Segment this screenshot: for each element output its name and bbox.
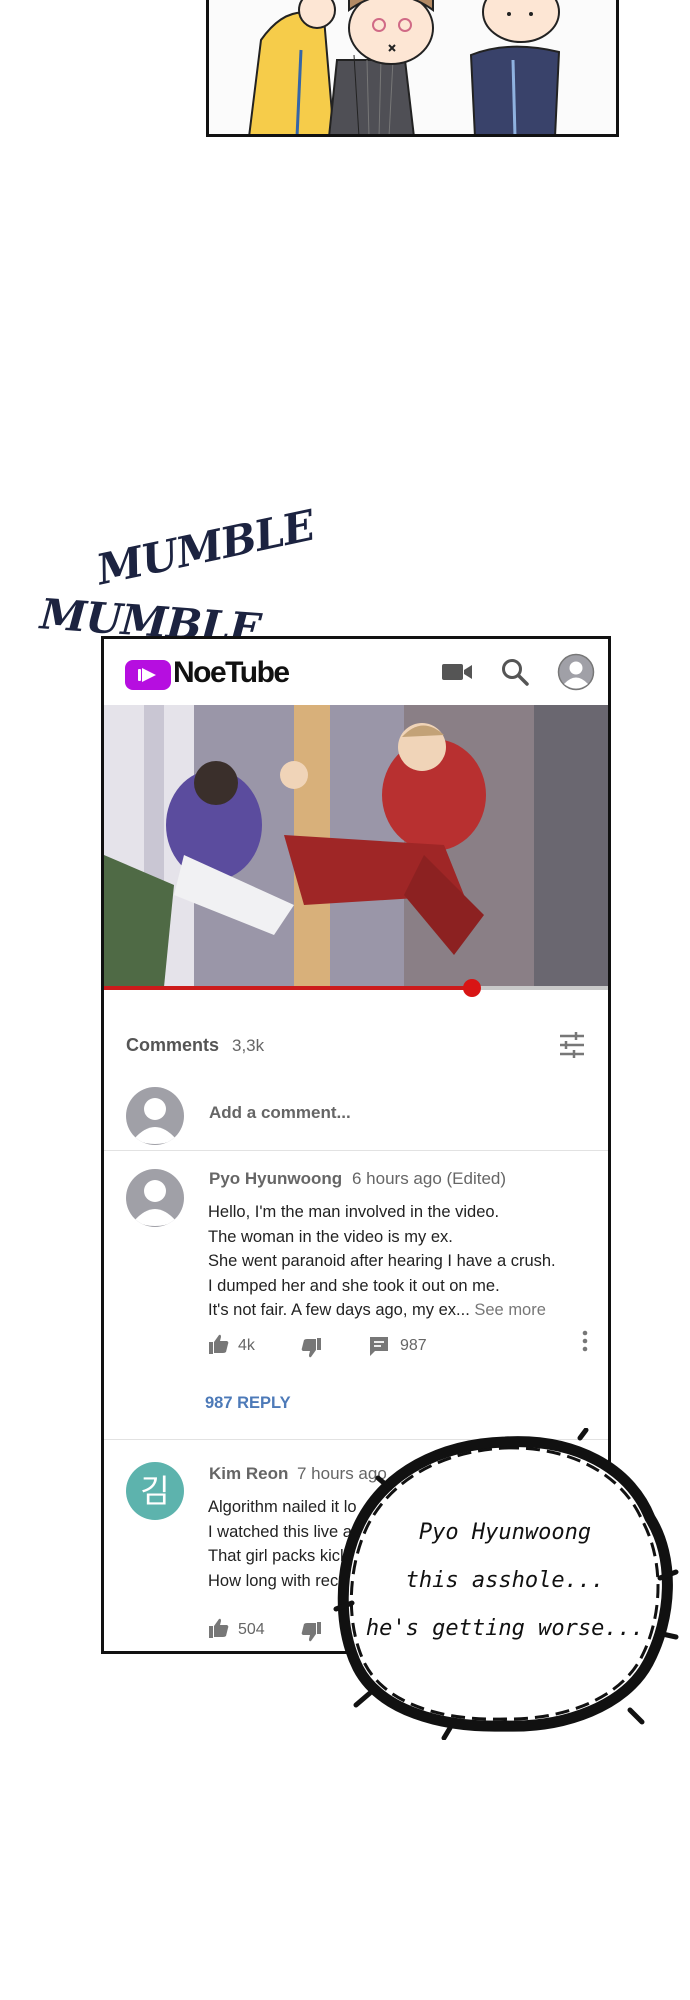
add-comment-row[interactable]: Add a comment... — [104, 1079, 608, 1151]
thumbs-up-icon[interactable] — [208, 1617, 230, 1639]
search-icon[interactable] — [500, 657, 530, 687]
mumble-sfx: MUMBLE — [92, 500, 319, 595]
like-count: 504 — [238, 1621, 265, 1638]
comment-line: Hello, I'm the man involved in the video… — [208, 1203, 500, 1221]
narration-line: he's getting worse... — [365, 1616, 645, 1641]
narration-line: Pyo Hyunwoong — [418, 1520, 592, 1545]
video-player[interactable] — [104, 705, 608, 987]
comments-title: Comments — [126, 1035, 220, 1055]
user-silhouette-icon — [134, 1098, 176, 1144]
view-replies-link[interactable]: 987 REPLY — [205, 1394, 291, 1413]
narration-line: this asshole... — [405, 1568, 605, 1593]
account-icon[interactable] — [557, 653, 595, 691]
comment-line: It's not fair. A few days ago, my ex... — [208, 1301, 470, 1319]
top-comic-panel — [206, 0, 619, 137]
video-scrubber-handle[interactable] — [462, 979, 481, 997]
avatar — [126, 1087, 184, 1145]
more-options-icon[interactable] — [582, 1330, 588, 1352]
comment-line: The woman in the video is my ex. — [208, 1227, 453, 1246]
comment-item: Pyo Hyunwoong 6 hours ago (Edited) Hello… — [104, 1169, 608, 1419]
thumbs-down-icon[interactable] — [300, 1337, 322, 1359]
comment-line: I dumped her and she took it out on me. — [208, 1276, 500, 1295]
comments-header: Comments 3,3k — [126, 1027, 586, 1067]
avatar: 김 — [126, 1462, 184, 1520]
user-silhouette-icon — [134, 1180, 176, 1226]
filter-icon[interactable] — [558, 1031, 586, 1059]
video-camera-icon[interactable] — [441, 661, 473, 683]
reply-comment-icon[interactable] — [368, 1335, 390, 1357]
top-panel-illustration — [248, 0, 561, 134]
comments-count: 3,3k — [232, 1036, 265, 1055]
app-bar: NoeTube — [104, 639, 608, 705]
comment-author[interactable]: Pyo Hyunwoong — [209, 1169, 342, 1189]
comment-author[interactable]: Kim Reon — [209, 1464, 288, 1484]
comment-actions: 4k 987 — [208, 1333, 588, 1359]
like-count: 4k — [238, 1337, 255, 1354]
thumbs-down-icon[interactable] — [300, 1621, 322, 1643]
thumbs-up-icon[interactable] — [208, 1333, 230, 1355]
video-thumbnail — [104, 705, 608, 987]
app-brand-name: NoeTube — [173, 656, 290, 689]
comment-line-last: It's not fair. A few days ago, my ex... … — [208, 1298, 556, 1323]
avatar — [126, 1169, 184, 1227]
add-comment-input[interactable]: Add a comment... — [209, 1103, 351, 1123]
video-progress-bar[interactable] — [104, 979, 608, 997]
see-more-link[interactable]: See more — [474, 1301, 546, 1319]
comment-timestamp: 6 hours ago (Edited) — [352, 1169, 507, 1188]
reply-count: 987 — [400, 1337, 427, 1354]
comment-body: Hello, I'm the man involved in the video… — [208, 1200, 556, 1323]
noetube-logo-icon[interactable] — [125, 660, 171, 690]
narration-bubble: Pyo Hyunwoong this asshole... he's getti… — [330, 1428, 680, 1740]
comment-line: She went paranoid after hearing I have a… — [208, 1252, 556, 1270]
video-progress-fill — [104, 986, 472, 990]
